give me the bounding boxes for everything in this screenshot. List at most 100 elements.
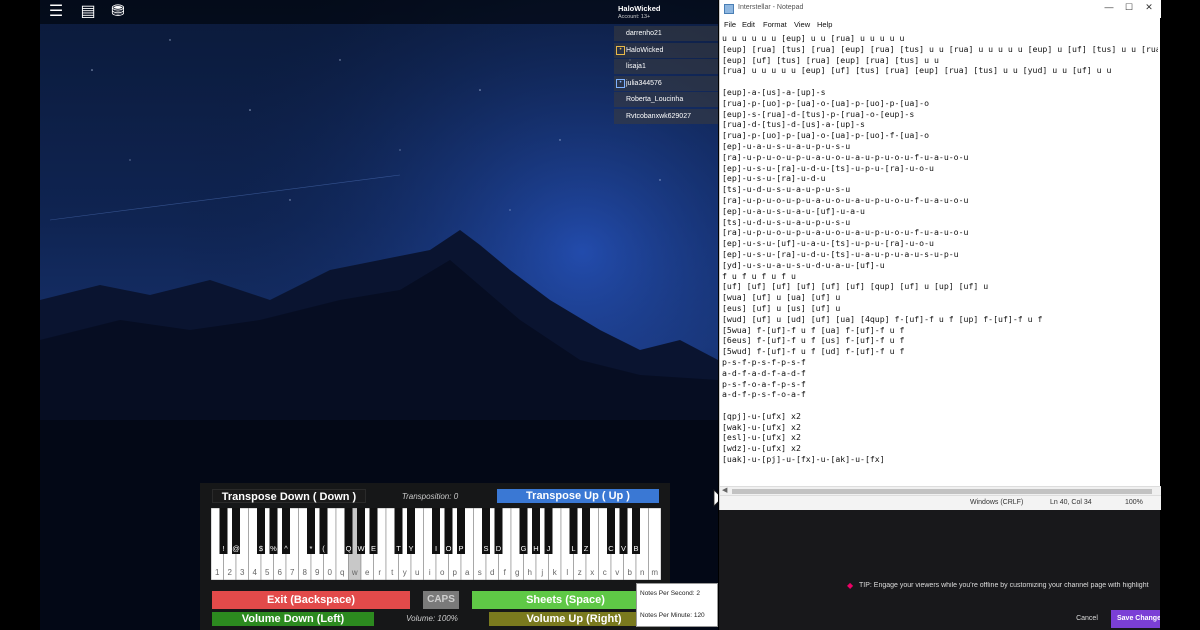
exit-button[interactable]: Exit (Backspace) (212, 591, 410, 609)
player-badge-icon: • (616, 45, 625, 55)
player-entry[interactable]: lisaja1 (614, 59, 718, 74)
text-line (722, 76, 1158, 87)
white-key-label: o (440, 568, 445, 577)
black-key-label: G (521, 544, 527, 553)
menu-help[interactable]: Help (817, 20, 832, 29)
black-key-label: V (621, 544, 626, 553)
volume-readout: Volume: 100% (406, 614, 458, 623)
chat-icon[interactable]: ▤ (77, 2, 99, 22)
menu-format[interactable]: Format (763, 20, 787, 29)
black-key-label: ! (222, 544, 224, 553)
backpack-icon[interactable]: ⛃ (107, 2, 129, 22)
text-line: [6eus] f-[uf]-f u f [us] f-[uf]-f u f (722, 335, 905, 346)
player-name: Rvtcobanxwk629027 (626, 112, 691, 120)
player-name: julia344576 (626, 79, 662, 87)
sheets-button[interactable]: Sheets (Space) (472, 591, 659, 609)
piano-keys[interactable]: 1 2 3 4 5 6 7 8 9 0 q w e r t y u i o p a s d f g h j k l z x c v b n m! @ $%… (211, 508, 661, 580)
horizontal-scrollbar[interactable]: ◀ (720, 486, 1161, 495)
menu-view[interactable]: View (794, 20, 810, 29)
text-line: [eup] [uf] [tus] [rua] [eup] [rua] [tus]… (722, 54, 939, 65)
white-key-label: x (590, 568, 594, 577)
text-line: [rua] u u u u u [eup] [uf] [tus] [rua] [… (722, 65, 1112, 76)
close-icon[interactable]: ✕ (1142, 2, 1156, 13)
scroll-left-icon[interactable]: ◀ (722, 486, 727, 494)
save-changes-button[interactable]: Save Changes (1111, 610, 1160, 628)
menu-edit[interactable]: Edit (742, 20, 755, 29)
text-line: [uf] [uf] [uf] [uf] [uf] [uf] [qup] [uf]… (722, 281, 989, 292)
text-line: [uak]-u-[pj]-u-[fx]-u-[ak]-u-[fx] (722, 454, 885, 465)
player-name: Roberta_Loucinha (626, 96, 684, 103)
volume-down-button[interactable]: Volume Down (Left) (212, 612, 374, 626)
zoom-level: 100% (1125, 499, 1143, 506)
player-badge-icon: • (616, 78, 625, 88)
white-key-label: z (578, 568, 582, 577)
player-entry[interactable]: • julia344576 (614, 75, 718, 91)
text-line: [ra]-u-p-u-o-u-p-u-a-u-o-u-a-u-p-u-o-u-f… (722, 151, 969, 162)
black-key-label: E (371, 544, 376, 553)
white-key-label: 4 (253, 568, 258, 577)
player-entry[interactable]: Roberta_Loucinha (614, 92, 718, 107)
mouse-cursor-icon (713, 489, 718, 507)
player-entry[interactable]: Rvtcobanxwk629027 (614, 108, 718, 124)
text-line: [wua] [uf] u [ua] [uf] u (722, 292, 841, 303)
black-key-label: W (357, 544, 365, 553)
notes-per-minute: Notes Per Minute: 120 (640, 612, 705, 619)
black-key-label: I (435, 544, 437, 553)
text-line: u u u u u u [eup] u u [rua] u u u u u (722, 33, 905, 43)
white-key-label: 9 (315, 568, 320, 577)
menu-file[interactable]: File (724, 20, 736, 29)
text-line: p-s-f-p-s-f-p-s-f (722, 356, 806, 367)
cursor-position: Ln 40, Col 34 (1050, 499, 1092, 506)
text-line: [eup]-a-[us]-a-[up]-s (722, 86, 826, 97)
stream-dashboard: ◆ TIP: Engage your viewers while you're … (719, 510, 1160, 630)
transpose-down-button[interactable]: Transpose Down ( Down ) (212, 489, 366, 503)
text-line: [wud] [uf] u [ud] [uf] [ua] [4qup] f-[uf… (722, 313, 1043, 324)
white-key-label: v (615, 568, 619, 577)
white-key-label: n (640, 568, 644, 577)
white-key-label: 0 (328, 568, 333, 577)
white-key-label: b (628, 568, 633, 577)
menu-icon[interactable]: ☰ (45, 2, 67, 22)
caps-button[interactable]: CAPS (423, 591, 459, 609)
text-line: [ep]-u-s-u-[ra]-u-d-u-[ts]-u-p-u-[ra]-u-… (722, 162, 934, 173)
white-key-label: m (651, 568, 658, 577)
text-line: [ts]-u-d-u-s-u-a-u-p-u-s-u (722, 184, 851, 195)
white-key-label: 6 (278, 568, 283, 577)
white-key-label: h (528, 568, 532, 577)
notepad-titlebar[interactable]: Interstellar - Notepad — ☐ ✕ (720, 0, 1161, 18)
notepad-text-area[interactable]: u u u u u u [eup] u u [rua] u u u u u [eu… (722, 33, 1158, 485)
local-player-account: Account: 13+ (618, 14, 651, 20)
notepad-statusbar: Windows (CRLF) Ln 40, Col 34 100% (720, 495, 1161, 510)
text-line: a-d-f-p-s-f-o-a-f (722, 389, 806, 400)
text-line: [wdz]-u-[ufx] x2 (722, 443, 801, 454)
player-name: lisaja1 (626, 63, 646, 70)
black-key-label: L (571, 544, 575, 553)
scrollbar-thumb[interactable] (732, 489, 1152, 494)
transpose-up-button[interactable]: Transpose Up ( Up ) (497, 489, 659, 503)
volume-up-button[interactable]: Volume Up (Right) (489, 612, 659, 626)
minimize-icon[interactable]: — (1102, 2, 1116, 12)
black-key-label: ^ (284, 544, 288, 553)
white-key-label: 1 (215, 568, 220, 577)
notepad-window: Interstellar - Notepad — ☐ ✕ File Edit F… (719, 0, 1161, 510)
text-line: [eup] [rua] [tus] [rua] [eup] [rua] [tus… (722, 43, 1158, 54)
cancel-button[interactable]: Cancel (1069, 612, 1105, 626)
white-key-label: 3 (240, 568, 245, 577)
line-ending: Windows (CRLF) (970, 499, 1024, 506)
text-line: [qpj]-u-[ufx] x2 (722, 410, 801, 421)
text-line: [ep]-u-s-u-[ra]-u-d-u-[ts]-u-a-u-p-u-a-u… (722, 248, 959, 259)
text-line: [eus] [uf] u [us] [uf] u (722, 302, 841, 313)
player-entry[interactable]: • HaloWicked (614, 42, 718, 58)
white-key-label: e (365, 568, 370, 577)
black-key-label: Y (408, 544, 413, 553)
text-line: p-s-f-o-a-f-p-s-f (722, 378, 806, 389)
player-entry[interactable]: darrenho21 (614, 26, 718, 41)
black-key-label: S (483, 544, 488, 553)
notepad-menubar: File Edit Format View Help (720, 18, 1161, 32)
white-key-label: g (515, 568, 519, 577)
maximize-icon[interactable]: ☐ (1122, 2, 1136, 13)
piano-keyboard[interactable]: 1 2 3 4 5 6 7 8 9 0 q w e r t y u i o p a s d f g h j k l z x c v b n m! @ $%… (211, 508, 661, 580)
black-key-label: O (446, 544, 452, 553)
white-key-label: y (403, 568, 407, 577)
white-key-label: w (351, 568, 358, 577)
